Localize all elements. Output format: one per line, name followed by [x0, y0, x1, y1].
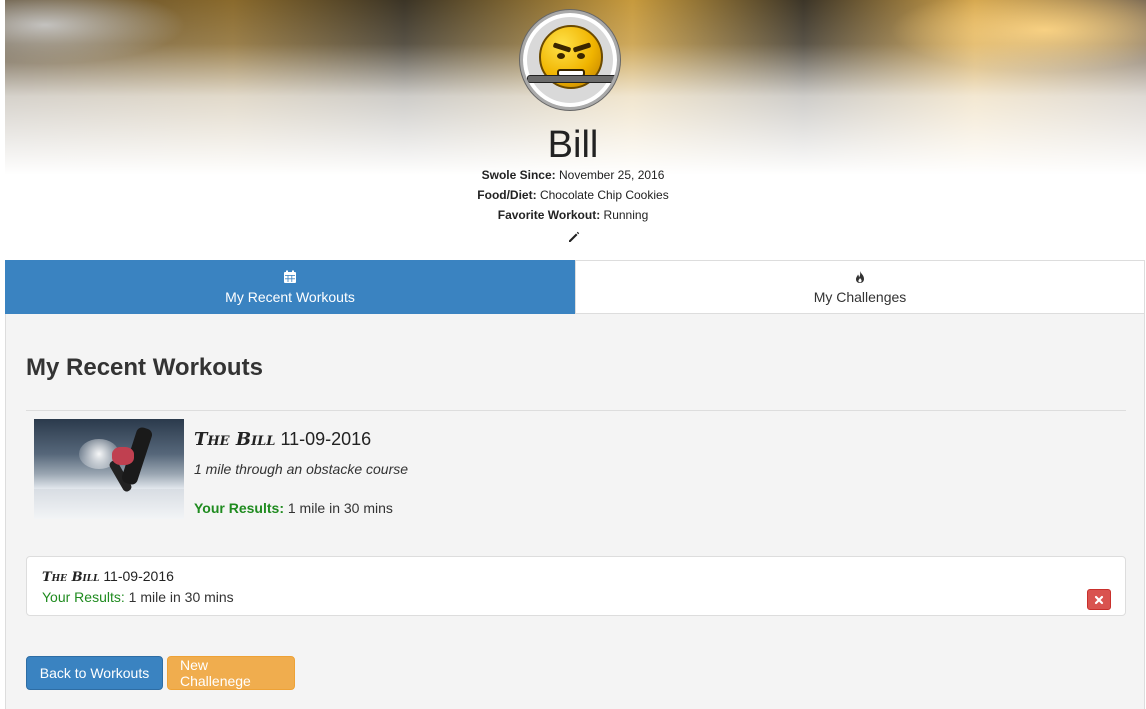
tab-content: My Recent Workouts The Bill 11-09-2016 1…	[5, 314, 1145, 709]
result-card: The Bill 11-09-2016 Your Results: 1 mile…	[26, 556, 1126, 616]
workout-title[interactable]: The Bill 11-09-2016	[194, 429, 371, 450]
calendar-icon	[284, 270, 296, 283]
close-icon	[1094, 595, 1104, 604]
swole-since-value: November 25, 2016	[558, 168, 665, 182]
favorite-workout-row: Favorite Workout: Running	[0, 207, 1146, 223]
result-card-results-label: Your Results:	[42, 589, 125, 605]
food-diet-row: Food/Diet: Chocolate Chip Cookies	[0, 187, 1146, 203]
result-card-results: Your Results: 1 mile in 30 mins	[42, 589, 234, 605]
swole-since-label: Swole Since:	[481, 168, 556, 182]
workout-results: Your Results: 1 mile in 30 mins	[194, 500, 393, 516]
tab-recent-workouts-label: My Recent Workouts	[225, 288, 355, 305]
tab-recent-workouts[interactable]: My Recent Workouts	[5, 260, 575, 314]
avatar	[520, 10, 620, 110]
favorite-workout-value: Running	[603, 208, 649, 222]
result-card-title: The Bill 11-09-2016	[42, 568, 174, 585]
workout-date: 11-09-2016	[280, 429, 372, 449]
tab-my-challenges[interactable]: My Challenges	[575, 260, 1145, 314]
barbell-icon	[527, 75, 617, 83]
result-card-name: The Bill	[42, 570, 100, 585]
profile-tabs: My Recent Workouts My Challenges	[5, 260, 1145, 314]
results-value: 1 mile in 30 mins	[287, 500, 393, 516]
food-diet-value: Chocolate Chip Cookies	[539, 188, 669, 202]
workout-thumbnail[interactable]	[34, 419, 184, 519]
delete-result-button[interactable]	[1087, 589, 1111, 610]
back-to-workouts-button[interactable]: Back to Workouts	[26, 656, 163, 690]
swole-since-row: Swole Since: November 25, 2016	[0, 167, 1146, 183]
fire-icon	[856, 270, 864, 283]
tab-my-challenges-label: My Challenges	[813, 288, 907, 305]
results-label: Your Results:	[194, 500, 284, 516]
food-diet-label: Food/Diet:	[477, 188, 537, 202]
result-card-date: 11-09-2016	[103, 568, 174, 584]
divider	[26, 410, 1126, 411]
workout-name: The Bill	[194, 429, 276, 450]
result-card-results-value: 1 mile in 30 mins	[128, 589, 234, 605]
new-challenge-button[interactable]: New Challenege	[167, 656, 295, 690]
favorite-workout-label: Favorite Workout:	[497, 208, 601, 222]
workout-description: 1 mile through an obstacke course	[194, 461, 409, 477]
profile-name: Bill	[547, 124, 599, 166]
pencil-icon[interactable]	[567, 230, 581, 244]
section-title: My Recent Workouts	[26, 354, 263, 381]
